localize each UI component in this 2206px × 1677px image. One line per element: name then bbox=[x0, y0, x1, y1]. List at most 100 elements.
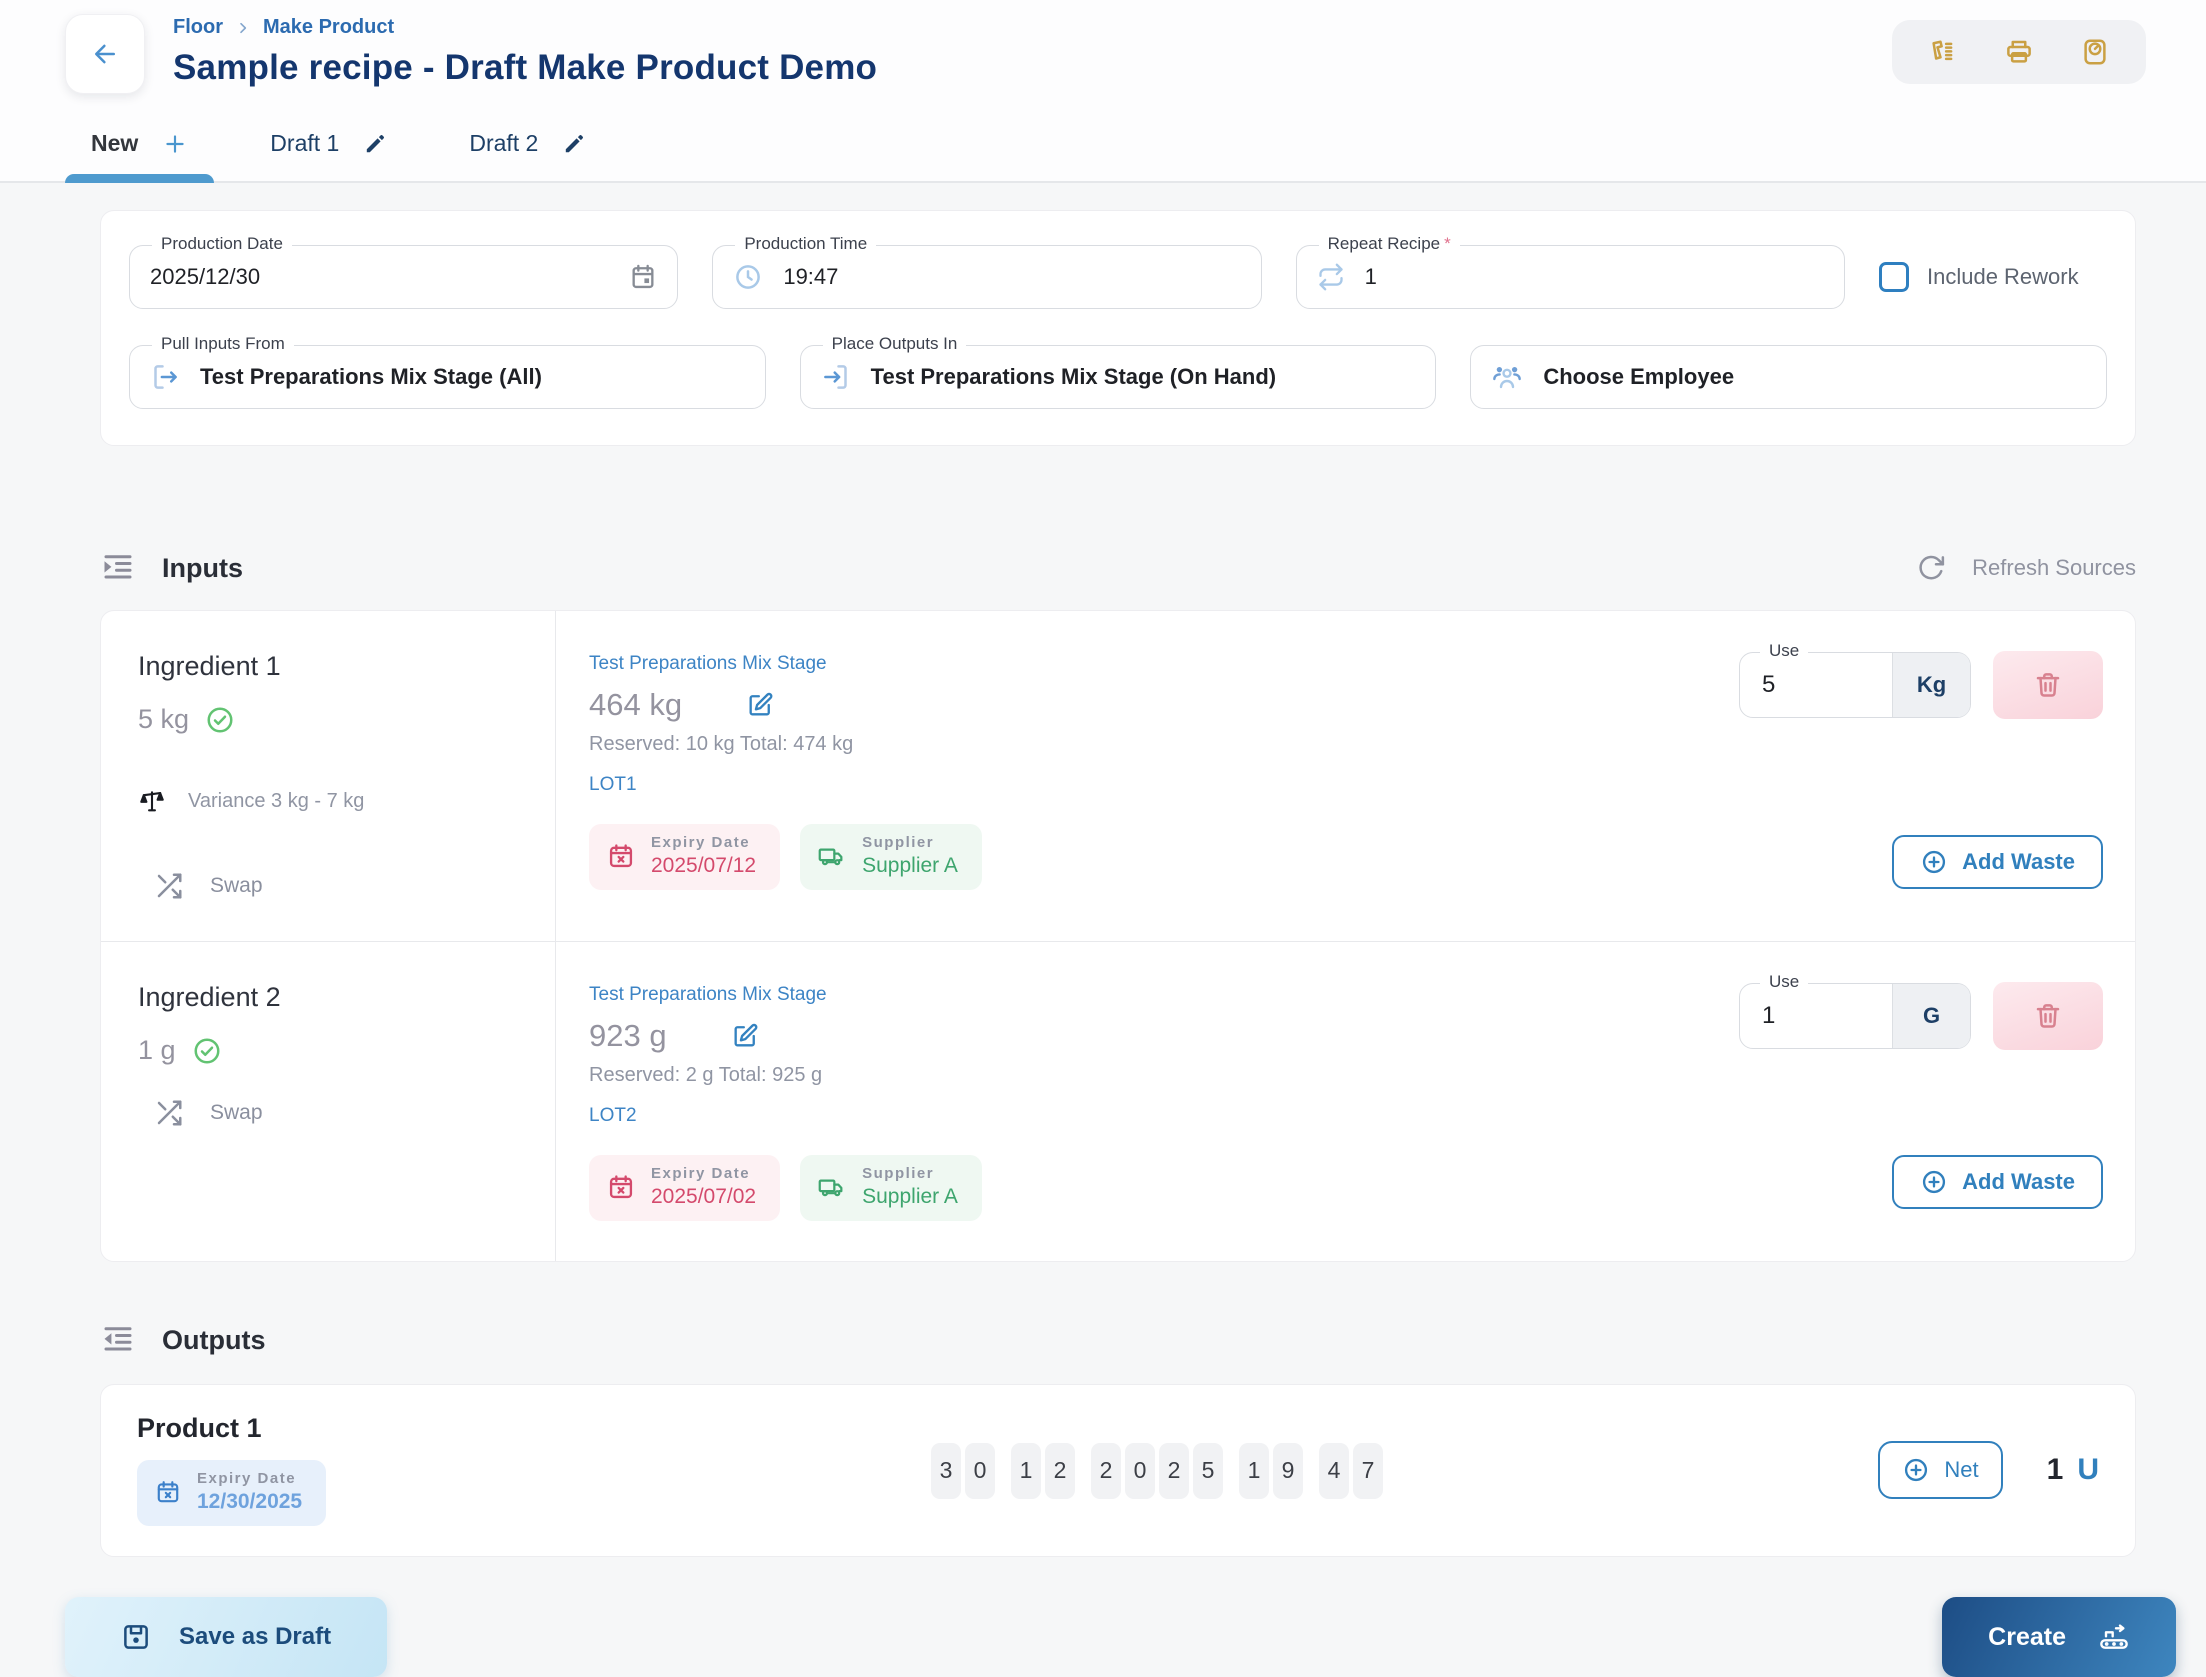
serial-digits: 3 0 1 2 2 0 2 5 1 9 4 7 bbox=[931, 1442, 1383, 1499]
tab-new-label: New bbox=[91, 130, 139, 156]
pull-inputs-from-field[interactable]: Pull Inputs From Test Preparations Mix S… bbox=[129, 334, 766, 409]
tab-draft-1[interactable]: Draft 1 bbox=[244, 116, 413, 181]
source-stage-link[interactable]: Test Preparations Mix Stage bbox=[589, 653, 827, 675]
unit-selector: Kg bbox=[1892, 653, 1970, 717]
inputs-section-header: Inputs Refresh Sources bbox=[100, 550, 2136, 586]
breadcrumb-floor[interactable]: Floor bbox=[173, 16, 223, 39]
digit-tile: 0 bbox=[1125, 1442, 1155, 1499]
digit-tile: 5 bbox=[1193, 1442, 1223, 1499]
place-outputs-in-value: Test Preparations Mix Stage (On Hand) bbox=[870, 364, 1277, 389]
reserved-total-text: Reserved: 2 g Total: 925 g bbox=[589, 1064, 823, 1086]
product-unit[interactable]: U bbox=[2077, 1453, 2099, 1487]
breadcrumb: Floor Make Product bbox=[173, 16, 877, 39]
calendar-icon[interactable] bbox=[629, 263, 657, 291]
plus-circle-icon bbox=[1920, 1168, 1948, 1196]
refresh-icon bbox=[1916, 553, 1946, 583]
plus-circle-icon bbox=[1902, 1456, 1930, 1484]
use-quantity-input[interactable] bbox=[1740, 984, 1892, 1048]
product-quantity: 1 U bbox=[2047, 1453, 2099, 1487]
lot-link[interactable]: LOT1 bbox=[589, 774, 637, 796]
shuffle-icon bbox=[154, 871, 184, 901]
net-button[interactable]: Net bbox=[1878, 1440, 2003, 1499]
page-header: Floor Make Product Sample recipe - Draft… bbox=[0, 0, 2206, 183]
add-waste-label: Add Waste bbox=[1962, 849, 2075, 874]
calendar-x-icon bbox=[155, 1479, 181, 1505]
required-asterisk: * bbox=[1444, 234, 1451, 253]
calendar-x-icon bbox=[607, 1173, 635, 1201]
expiry-date-badge: Expiry Date 2025/07/12 bbox=[589, 824, 781, 890]
shuffle-icon bbox=[154, 1098, 184, 1128]
digit-tile: 3 bbox=[931, 1442, 961, 1499]
pencil-icon[interactable] bbox=[363, 132, 387, 156]
product-name: Product 1 bbox=[137, 1413, 262, 1443]
ingredient-variance: Variance 3 kg - 7 kg bbox=[188, 789, 365, 812]
check-circle-icon bbox=[205, 705, 235, 735]
include-rework-label: Include Rework bbox=[1926, 264, 2079, 289]
include-rework-toggle[interactable]: Include Rework bbox=[1878, 262, 2107, 292]
printer-icon[interactable] bbox=[2004, 37, 2034, 67]
production-date-field[interactable]: Production Date 2025/12/30 bbox=[129, 234, 679, 309]
add-tab-icon[interactable] bbox=[162, 131, 188, 157]
arrow-left-icon bbox=[90, 39, 120, 69]
outputs-section-title: Outputs bbox=[162, 1324, 266, 1355]
repeat-recipe-value: 1 bbox=[1364, 264, 1377, 289]
tab-new[interactable]: New bbox=[65, 116, 215, 183]
repeat-icon bbox=[1317, 263, 1345, 291]
net-label: Net bbox=[1944, 1456, 1979, 1482]
swap-button[interactable]: Swap bbox=[138, 1098, 555, 1128]
use-quantity-input[interactable] bbox=[1740, 653, 1892, 717]
swap-button[interactable]: Swap bbox=[138, 871, 555, 901]
repeat-recipe-field[interactable]: Repeat Recipe * 1 bbox=[1295, 234, 1845, 309]
pencil-icon[interactable] bbox=[562, 132, 586, 156]
production-time-field[interactable]: Production Time 19:47 bbox=[712, 234, 1262, 309]
ingredients-card: Ingredient 1 5 kg Variance 3 kg - 7 kg S… bbox=[100, 610, 2136, 1262]
inputs-section-title: Inputs bbox=[162, 552, 243, 583]
tab-draft-2[interactable]: Draft 2 bbox=[443, 116, 612, 181]
logout-arrow-icon bbox=[150, 362, 180, 392]
create-label: Create bbox=[1988, 1622, 2066, 1651]
trash-icon bbox=[2033, 670, 2063, 700]
truck-icon bbox=[818, 842, 846, 870]
product-expiry-badge: Expiry Date 12/30/2025 bbox=[137, 1460, 327, 1526]
delete-ingredient-button[interactable] bbox=[1993, 982, 2103, 1050]
breadcrumb-make-product[interactable]: Make Product bbox=[263, 16, 394, 39]
indent-increase-icon bbox=[100, 550, 136, 586]
truck-icon bbox=[818, 1173, 846, 1201]
supplier-badge: Supplier Supplier A bbox=[800, 824, 982, 890]
use-label: Use bbox=[1760, 972, 1809, 992]
source-stage-link[interactable]: Test Preparations Mix Stage bbox=[589, 984, 827, 1006]
available-quantity: 923 g bbox=[589, 1018, 667, 1053]
plus-circle-icon bbox=[1920, 848, 1948, 876]
back-button[interactable] bbox=[65, 14, 145, 94]
digit-tile: 0 bbox=[965, 1442, 995, 1499]
tab-draft-1-label: Draft 1 bbox=[270, 130, 340, 156]
edit-quantity-icon[interactable] bbox=[731, 1022, 759, 1050]
choose-employee-field[interactable]: Choose Employee bbox=[1470, 345, 2108, 409]
tab-bar: New Draft 1 Draft 2 bbox=[0, 116, 2206, 183]
scale-icon[interactable] bbox=[2080, 37, 2110, 67]
create-button[interactable]: Create bbox=[1942, 1597, 2176, 1677]
balance-scale-icon bbox=[138, 787, 166, 815]
digit-tile: 4 bbox=[1319, 1442, 1349, 1499]
delete-ingredient-button[interactable] bbox=[1993, 651, 2103, 719]
floppy-disk-icon bbox=[121, 1622, 151, 1652]
refresh-sources-button[interactable]: Refresh Sources bbox=[1916, 553, 2136, 583]
use-label: Use bbox=[1760, 641, 1809, 661]
available-quantity: 464 kg bbox=[589, 687, 683, 722]
swap-label: Swap bbox=[210, 1101, 263, 1124]
add-waste-button[interactable]: Add Waste bbox=[1892, 835, 2103, 889]
expiry-date-label: Expiry Date bbox=[651, 834, 751, 851]
check-circle-icon bbox=[192, 1036, 222, 1066]
save-as-draft-button[interactable]: Save as Draft bbox=[65, 1597, 388, 1677]
login-arrow-icon bbox=[821, 362, 851, 392]
repeat-recipe-label: Repeat Recipe * bbox=[1318, 234, 1460, 254]
footer-bar: Save as Draft Create bbox=[0, 1597, 2206, 1677]
lot-link[interactable]: LOT2 bbox=[589, 1105, 637, 1127]
barcode-scanner-icon[interactable] bbox=[1928, 37, 1958, 67]
include-rework-checkbox[interactable] bbox=[1878, 262, 1909, 292]
tab-draft-2-label: Draft 2 bbox=[469, 130, 539, 156]
place-outputs-in-field[interactable]: Place Outputs In Test Preparations Mix S… bbox=[799, 334, 1437, 409]
digit-tile: 1 bbox=[1239, 1442, 1269, 1499]
add-waste-button[interactable]: Add Waste bbox=[1892, 1155, 2103, 1209]
edit-quantity-icon[interactable] bbox=[746, 691, 774, 719]
